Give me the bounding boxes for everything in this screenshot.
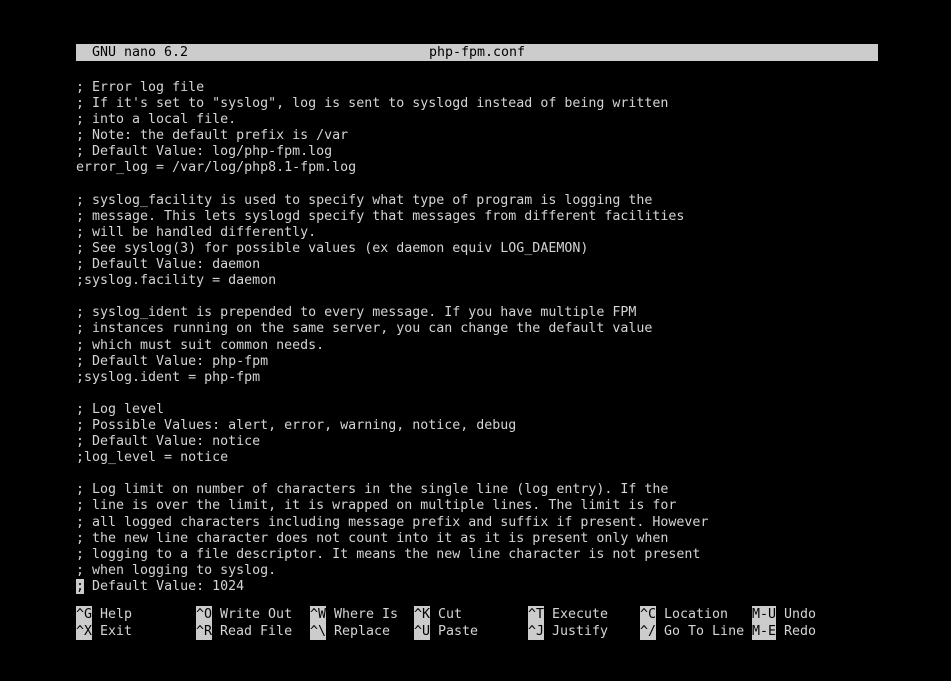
editor-line: ;syslog.ident = php-fpm bbox=[76, 369, 261, 385]
shortcut-label: Write Out bbox=[212, 607, 293, 622]
shortcut-key-badge: ^/ bbox=[640, 623, 657, 640]
shortcut-read-file[interactable]: ^R Read File bbox=[196, 623, 292, 640]
shortcut-column: ^W Where Is ^\ Replace bbox=[310, 606, 398, 640]
shortcut-key-badge: ^T bbox=[528, 606, 545, 623]
editor-blank-line bbox=[76, 386, 936, 402]
editor-line: ; line is over the limit, it is wrapped … bbox=[76, 498, 677, 514]
shortcut-column: M-U Undo M-E Redo bbox=[752, 606, 816, 640]
shortcut-label: Where Is bbox=[326, 607, 399, 622]
editor-line: ; syslog_facility is used to specify wha… bbox=[76, 192, 653, 208]
editor-line: ; Log limit on number of characters in t… bbox=[76, 482, 669, 498]
editor-line: ;log_level = notice bbox=[76, 450, 229, 466]
shortcut-label: Redo bbox=[776, 624, 817, 639]
shortcut-cut[interactable]: ^K Cut bbox=[414, 606, 478, 623]
shortcut-where-is[interactable]: ^W Where Is bbox=[310, 606, 398, 623]
editor-line: ; all logged characters including messag… bbox=[76, 514, 709, 530]
shortcut-column: ^K Cut ^U Paste bbox=[414, 606, 478, 640]
shortcut-exit[interactable]: ^X Exit bbox=[76, 623, 132, 640]
editor-line: ; If it's set to "syslog", log is sent t… bbox=[76, 96, 669, 112]
shortcut-key-badge: ^K bbox=[414, 606, 431, 623]
shortcut-label: Replace bbox=[326, 624, 391, 639]
nano-title-bar: GNU nano 6.2 php-fpm.conf bbox=[76, 44, 878, 61]
editor-blank-line bbox=[76, 466, 936, 482]
shortcut-key-badge: ^J bbox=[528, 623, 545, 640]
editor-blank-line bbox=[76, 289, 936, 305]
editor-line: ; See syslog(3) for possible values (ex … bbox=[76, 240, 589, 256]
editor-cursor-line-text: Default Value: 1024 bbox=[84, 578, 245, 594]
shortcut-location[interactable]: ^C Location bbox=[640, 606, 744, 623]
shortcut-key-badge: ^W bbox=[310, 606, 327, 623]
shortcut-label: Paste bbox=[430, 624, 479, 639]
editor-line: ; when logging to syslog. bbox=[76, 562, 277, 578]
shortcut-column: ^C Location ^/ Go To Line bbox=[640, 606, 744, 640]
editor-line: ; Error log file bbox=[76, 80, 205, 95]
editor-line: ; into a local file. bbox=[76, 112, 237, 128]
editor-line: ; Note: the default prefix is /var bbox=[76, 128, 349, 144]
shortcut-key-badge: ^C bbox=[640, 606, 657, 623]
editor-cursor-line: ; Default Value: 1024 bbox=[76, 578, 936, 595]
shortcut-label: Location bbox=[656, 607, 729, 622]
shortcut-label: Cut bbox=[430, 607, 463, 622]
editor-line: ;syslog.facility = daemon bbox=[76, 273, 277, 289]
shortcut-label: Justify bbox=[544, 624, 609, 639]
editor-line: ; Default Value: daemon bbox=[76, 257, 261, 273]
shortcut-column: ^T Execute ^J Justify bbox=[528, 606, 608, 640]
editor-line: ; syslog_ident is prepended to every mes… bbox=[76, 305, 637, 321]
editor-line: error_log = /var/log/php8.1-fpm.log bbox=[76, 160, 357, 176]
editor-line: ; Default Value: log/php-fpm.log bbox=[76, 144, 333, 160]
shortcut-label: Undo bbox=[776, 607, 817, 622]
shortcut-key-badge: ^O bbox=[196, 606, 213, 623]
editor-line: ; which must suit common needs. bbox=[76, 337, 325, 353]
shortcut-column: ^G Help ^X Exit bbox=[76, 606, 132, 640]
shortcut-key-badge: ^U bbox=[414, 623, 431, 640]
shortcut-key-badge: M-E bbox=[752, 623, 777, 640]
shortcut-label: Read File bbox=[212, 624, 293, 639]
shortcut-label: Help bbox=[92, 607, 133, 622]
shortcut-key-badge: ^G bbox=[76, 606, 93, 623]
shortcut-label: Go To Line bbox=[656, 624, 745, 639]
editor-line: ; the new line character does not count … bbox=[76, 530, 669, 546]
shortcut-column: ^O Write Out ^R Read File bbox=[196, 606, 292, 640]
editor-text-area[interactable]: ; Error log file; If it's set to "syslog… bbox=[76, 80, 936, 595]
editor-line: ; logging to a file descriptor. It means… bbox=[76, 546, 701, 562]
shortcut-footer-bar: ^G Help ^X Exit ^O Write Out ^R Read File ^W… bbox=[76, 606, 936, 640]
nano-filename-label: php-fpm.conf bbox=[428, 45, 526, 60]
editor-line: ; will be handled differently. bbox=[76, 224, 317, 240]
shortcut-key-badge: M-U bbox=[752, 606, 777, 623]
terminal-window: GNU nano 6.2 php-fpm.conf ; Error log fi… bbox=[0, 0, 951, 681]
editor-line: ; Log level bbox=[76, 401, 165, 417]
shortcut-redo[interactable]: M-E Redo bbox=[752, 623, 816, 640]
shortcut-paste[interactable]: ^U Paste bbox=[414, 623, 478, 640]
shortcut-write-out[interactable]: ^O Write Out bbox=[196, 606, 292, 623]
text-cursor: ; bbox=[76, 578, 85, 594]
shortcut-help[interactable]: ^G Help bbox=[76, 606, 132, 623]
shortcut-key-badge: ^R bbox=[196, 623, 213, 640]
shortcut-key-badge: ^X bbox=[76, 623, 93, 640]
editor-line: ; Default Value: php-fpm bbox=[76, 353, 269, 369]
shortcut-label: Exit bbox=[92, 624, 133, 639]
shortcut-execute[interactable]: ^T Execute bbox=[528, 606, 608, 623]
editor-line: ; message. This lets syslogd specify tha… bbox=[76, 208, 685, 224]
editor-blank-line bbox=[76, 177, 936, 193]
shortcut-replace[interactable]: ^\ Replace bbox=[310, 623, 398, 640]
editor-line: ; Default Value: notice bbox=[76, 434, 261, 450]
shortcut-undo[interactable]: M-U Undo bbox=[752, 606, 816, 623]
editor-line: ; instances running on the same server, … bbox=[76, 321, 653, 337]
shortcut-label: Execute bbox=[544, 607, 609, 622]
shortcut-justify[interactable]: ^J Justify bbox=[528, 623, 608, 640]
shortcut-key-badge: ^\ bbox=[310, 623, 327, 640]
shortcut-go-to-line[interactable]: ^/ Go To Line bbox=[640, 623, 744, 640]
editor-line: ; Possible Values: alert, error, warning… bbox=[76, 417, 517, 433]
